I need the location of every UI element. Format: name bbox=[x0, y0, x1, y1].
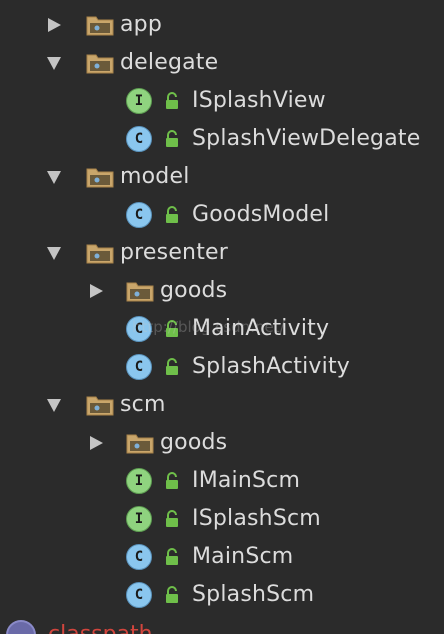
tree-item-label: delegate bbox=[120, 50, 219, 75]
tree-item-label: presenter bbox=[120, 240, 229, 265]
project-tree: app delegate I ISplashView C SplashViewD… bbox=[0, 0, 444, 634]
lock-icon bbox=[164, 510, 180, 528]
collapse-arrow-icon[interactable] bbox=[46, 169, 62, 185]
package-folder-icon bbox=[126, 432, 154, 454]
package-folder-icon bbox=[86, 394, 114, 416]
tree-item-splashactivity[interactable]: C SplashActivity bbox=[0, 348, 444, 386]
tree-item-presenter[interactable]: presenter bbox=[0, 234, 444, 272]
tree-item-label: model bbox=[120, 164, 190, 189]
package-folder-icon bbox=[86, 14, 114, 36]
tree-item-label: MainScm bbox=[192, 544, 294, 569]
class-icon: C bbox=[126, 544, 152, 570]
class-icon: C bbox=[126, 126, 152, 152]
interface-icon: I bbox=[126, 506, 152, 532]
class-icon: C bbox=[126, 354, 152, 380]
collapse-arrow-icon[interactable] bbox=[46, 55, 62, 71]
interface-icon: I bbox=[126, 468, 152, 494]
package-folder-icon bbox=[86, 52, 114, 74]
tree-item-scm[interactable]: scm bbox=[0, 386, 444, 424]
tree-item-presenter-goods[interactable]: goods bbox=[0, 272, 444, 310]
package-folder-icon bbox=[126, 280, 154, 302]
tree-item-label: GoodsModel bbox=[192, 202, 330, 227]
lock-icon bbox=[164, 548, 180, 566]
interface-icon: I bbox=[126, 88, 152, 114]
expand-arrow-icon[interactable] bbox=[88, 435, 104, 451]
lock-icon bbox=[164, 472, 180, 490]
tree-item-label: goods bbox=[160, 430, 228, 455]
lock-icon bbox=[164, 320, 180, 338]
tree-item-label: SplashViewDelegate bbox=[192, 126, 421, 151]
tree-item-label: SplashActivity bbox=[192, 354, 351, 379]
tree-item-app[interactable]: app bbox=[0, 6, 444, 44]
tree-item-label: MainActivity bbox=[192, 316, 330, 341]
class-icon: C bbox=[126, 202, 152, 228]
tree-item-label: app bbox=[120, 12, 163, 37]
tree-item-goodsmodel[interactable]: C GoodsModel bbox=[0, 196, 444, 234]
lock-icon bbox=[164, 206, 180, 224]
class-icon: C bbox=[126, 316, 152, 342]
lock-icon bbox=[164, 586, 180, 604]
collapse-arrow-icon[interactable] bbox=[46, 245, 62, 261]
tree-item-delegate[interactable]: delegate bbox=[0, 44, 444, 82]
lock-icon bbox=[164, 358, 180, 376]
tree-item-isplashscm[interactable]: I ISplashScm bbox=[0, 500, 444, 538]
tree-item-splashscm[interactable]: C SplashScm bbox=[0, 576, 444, 614]
package-folder-icon bbox=[86, 166, 114, 188]
tree-item-scm-goods[interactable]: goods bbox=[0, 424, 444, 462]
tree-item-label: ISplashView bbox=[192, 88, 326, 113]
tree-item-label: ISplashScm bbox=[192, 506, 321, 531]
lock-icon bbox=[164, 92, 180, 110]
package-folder-icon bbox=[86, 242, 114, 264]
tree-item-label: goods bbox=[160, 278, 228, 303]
tree-item-label: IMainScm bbox=[192, 468, 301, 493]
tree-item-mainscm[interactable]: C MainScm bbox=[0, 538, 444, 576]
expand-arrow-icon[interactable] bbox=[88, 283, 104, 299]
tree-item-mainactivity[interactable]: C MainActivity bbox=[0, 310, 444, 348]
tree-item-model[interactable]: model bbox=[0, 158, 444, 196]
lock-icon bbox=[164, 130, 180, 148]
class-icon: C bbox=[126, 582, 152, 608]
tree-item-isplashview[interactable]: I ISplashView bbox=[0, 82, 444, 120]
tree-item-label: SplashScm bbox=[192, 582, 315, 607]
expand-arrow-icon[interactable] bbox=[46, 17, 62, 33]
tree-item-classpath[interactable]: classpath bbox=[0, 616, 444, 634]
module-icon bbox=[6, 620, 36, 634]
tree-item-label: scm bbox=[120, 392, 166, 417]
tree-item-label: classpath bbox=[48, 616, 153, 634]
tree-item-splashviewdelegate[interactable]: C SplashViewDelegate bbox=[0, 120, 444, 158]
collapse-arrow-icon[interactable] bbox=[46, 397, 62, 413]
tree-item-imainscm[interactable]: I IMainScm bbox=[0, 462, 444, 500]
